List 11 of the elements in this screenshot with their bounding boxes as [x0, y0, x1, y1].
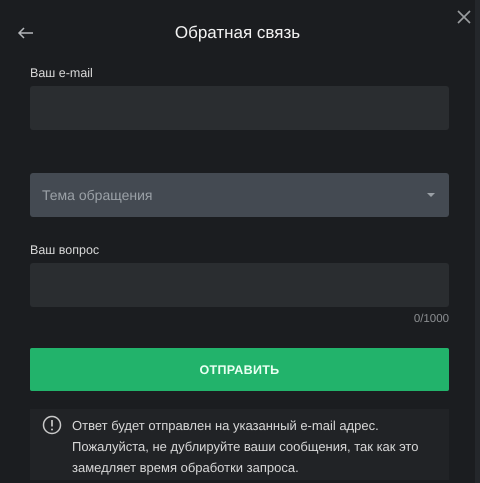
caret-icon [427, 193, 435, 197]
question-label: Ваш вопрос [30, 243, 100, 257]
back-arrow-icon[interactable] [17, 27, 34, 39]
exclamation-icon [42, 415, 62, 435]
submit-button[interactable]: ОТПРАВИТЬ [30, 348, 449, 391]
close-icon[interactable] [457, 10, 471, 24]
email-label: Ваш e-mail [30, 66, 94, 80]
dialog-title: Обратная связь [174, 23, 302, 43]
notice-text: Ответ будет отправлен на указанный e-mail адрес. Пожалуйста, не дублируйте ваши сообщения, так как это замедляет время обработки запроса. [72, 417, 420, 477]
character-counter: 0/1000 [414, 313, 449, 325]
topic-dropdown[interactable]: Тема обращения [30, 173, 449, 217]
